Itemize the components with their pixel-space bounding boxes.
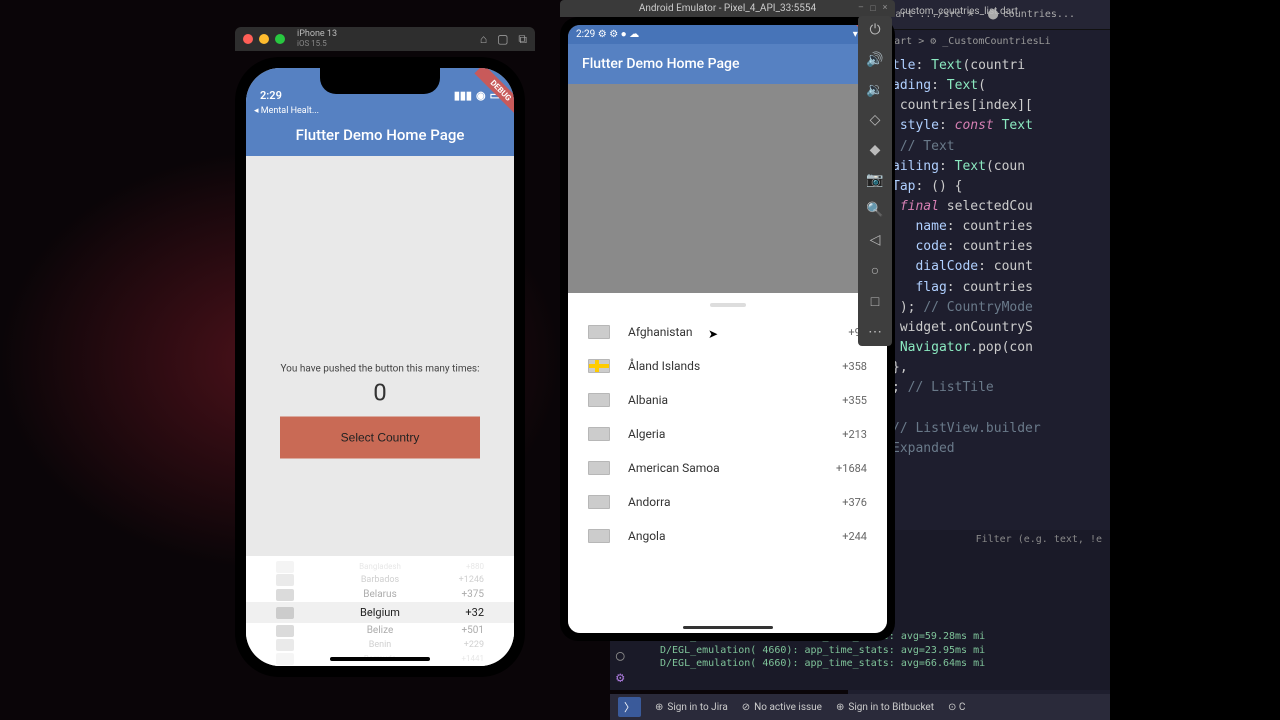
maximize-icon[interactable]: □ xyxy=(869,3,877,11)
ios-simulator: iPhone 13 iOS 15.5 ⌂ ▢ ⧉ DEBUG 2:29 ▮▮▮◉… xyxy=(235,27,535,687)
filter-input[interactable]: Filter (e.g. text, !e xyxy=(976,534,1102,545)
emulator-tool-button[interactable]: 📷 xyxy=(866,172,883,188)
flag-icon xyxy=(588,427,610,441)
notch xyxy=(320,68,440,94)
flag-icon xyxy=(588,325,610,339)
select-country-button[interactable]: Select Country xyxy=(280,417,480,459)
emulator-tool-button[interactable]: 🔉 xyxy=(866,82,883,98)
home-icon[interactable]: ⌂ xyxy=(480,32,487,47)
picker-row[interactable]: Barbados+1246 xyxy=(246,573,514,587)
country-row[interactable]: Åland Islands+358 xyxy=(568,349,887,383)
log-line: D/EGL_emulation( 4660): app_time_stats: … xyxy=(660,644,1110,658)
home-indicator[interactable] xyxy=(683,626,773,629)
country-row[interactable]: Albania+355 xyxy=(568,383,887,417)
cursor-icon: ➤ xyxy=(708,327,718,341)
sheet-handle[interactable] xyxy=(710,303,746,307)
android-status-bar: 2:29 ⚙ ⚙ ● ☁ ▾◢▮ xyxy=(568,25,887,44)
flag-icon xyxy=(588,529,610,543)
flag-icon xyxy=(588,393,610,407)
emulator-tool-button[interactable]: 🔍 xyxy=(866,202,883,218)
settings-icon[interactable]: ⚙ xyxy=(616,670,624,686)
active-issue[interactable]: ⊘ No active issue xyxy=(742,702,822,713)
counter-label: You have pushed the button this many tim… xyxy=(266,364,494,375)
minimize-icon[interactable] xyxy=(259,34,269,44)
emulator-tool-button[interactable]: 🔊 xyxy=(866,52,883,68)
country-row[interactable]: American Samoa+1684 xyxy=(568,451,887,485)
wifi-icon: ◉ xyxy=(476,89,486,102)
country-row[interactable]: Angola+244 xyxy=(568,519,887,553)
maximize-icon[interactable] xyxy=(275,34,285,44)
picker-row[interactable]: Belize+501 xyxy=(246,623,514,638)
country-picker[interactable]: Bangladesh+880Barbados+1246Belarus+375Be… xyxy=(246,556,514,666)
emulator-toolbar: ⏻ 🔊 🔉 ◇ ◆ 📷 🔍 ◁ ○ □ ⋯ xyxy=(858,16,892,346)
top-file-label: custom_countries_list.dart xyxy=(900,6,1018,17)
bitbucket-signin[interactable]: ⊕ Sign in to Bitbucket xyxy=(836,702,934,713)
status-extra[interactable]: ⊙ C xyxy=(948,702,965,713)
flag-icon xyxy=(588,495,610,509)
android-appbar-title: Flutter Demo Home Page xyxy=(568,44,887,84)
flag-icon xyxy=(588,359,610,373)
signal-icon: ▮▮▮ xyxy=(454,89,472,102)
counter-value: 0 xyxy=(266,379,494,407)
picker-row[interactable]: Bangladesh+880 xyxy=(246,560,514,573)
screenshot-icon[interactable]: ▢ xyxy=(497,32,508,47)
remote-button[interactable]: 〉 xyxy=(618,697,641,717)
emulator-tool-button[interactable]: □ xyxy=(871,293,879,310)
country-row[interactable]: Afghanistan+93 xyxy=(568,315,887,349)
jira-signin[interactable]: ⊕ Sign in to Jira xyxy=(655,702,728,713)
window-icon[interactable]: ⧉ xyxy=(518,32,527,47)
close-icon[interactable]: × xyxy=(881,3,889,11)
flag-icon xyxy=(588,461,610,475)
emulator-tool-button[interactable]: ⏻ xyxy=(869,22,880,38)
emulator-tool-button[interactable]: ◁ xyxy=(870,232,881,248)
picker-row[interactable]: Belgium+32 xyxy=(246,602,514,623)
picker-row[interactable]: Benin+229 xyxy=(246,638,514,652)
country-row[interactable]: Algeria+213 xyxy=(568,417,887,451)
country-bottom-sheet[interactable]: ➤ Afghanistan+93Åland Islands+358Albania… xyxy=(568,293,887,633)
ios-back-link[interactable]: ◂ Mental Healt... xyxy=(246,104,514,118)
ios-titlebar: iPhone 13 iOS 15.5 ⌂ ▢ ⧉ xyxy=(235,27,535,51)
minimize-icon[interactable]: – xyxy=(857,3,865,11)
home-indicator[interactable] xyxy=(330,657,430,661)
android-titlebar: Android Emulator - Pixel_4_API_33:5554 –… xyxy=(560,0,895,17)
country-row[interactable]: Andorra+376 xyxy=(568,485,887,519)
profile-icon[interactable]: ◯ xyxy=(616,648,624,664)
picker-row[interactable]: Belarus+375 xyxy=(246,587,514,602)
android-emulator: Android Emulator - Pixel_4_API_33:5554 –… xyxy=(560,0,895,640)
ios-appbar-title: Flutter Demo Home Page xyxy=(246,118,514,156)
device-name: iPhone 13 iOS 15.5 xyxy=(297,29,337,49)
close-icon[interactable] xyxy=(243,34,253,44)
emulator-tool-button[interactable]: ◇ xyxy=(870,112,881,128)
emulator-tool-button[interactable]: ○ xyxy=(871,262,879,279)
emulator-tool-button[interactable]: ⋯ xyxy=(868,324,882,340)
emulator-tool-button[interactable]: ◆ xyxy=(870,142,881,158)
status-bar: 〉 ⊕ Sign in to Jira ⊘ No active issue ⊕ … xyxy=(610,694,1110,720)
log-line: D/EGL_emulation( 4660): app_time_stats: … xyxy=(660,657,1110,671)
